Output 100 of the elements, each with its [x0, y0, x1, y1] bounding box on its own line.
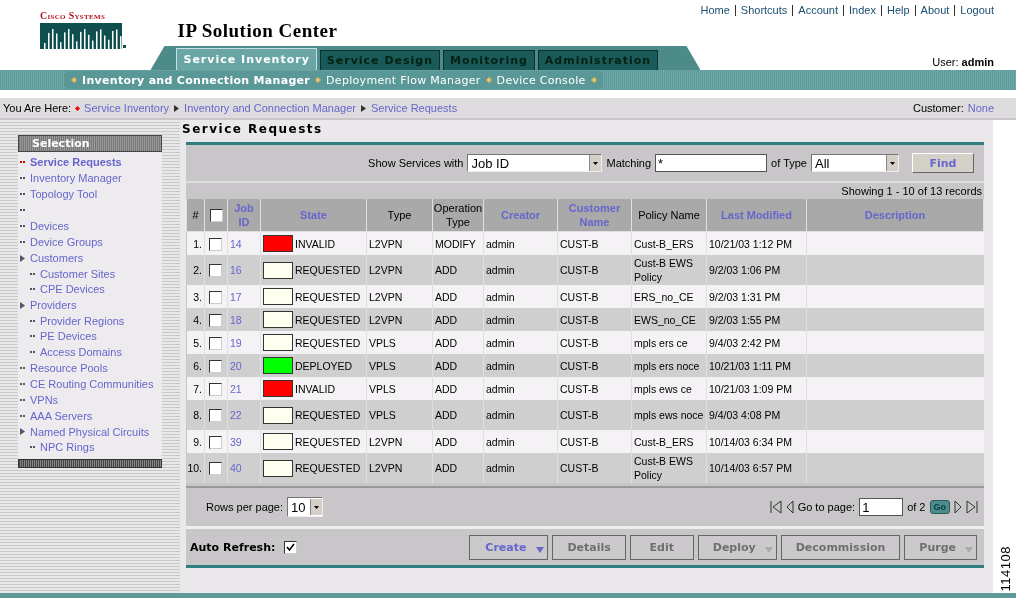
table-cell: 4. [186, 308, 205, 331]
last-page-icon[interactable] [966, 500, 978, 514]
breadcrumb-link[interactable]: Service Inventory [84, 102, 170, 114]
state-text: REQUESTED [295, 312, 361, 327]
sidebar-link[interactable]: Devices [30, 220, 70, 232]
top-link[interactable]: Index [849, 4, 876, 16]
table-cell: ADD [432, 377, 484, 400]
rows-per-page-dropdown[interactable]: 10 [287, 497, 324, 517]
sidebar-link[interactable]: Provider Regions [40, 314, 125, 327]
job-id-link[interactable]: 16 [230, 264, 242, 276]
sidebar-link[interactable]: CPE Devices [40, 283, 105, 296]
job-id-link[interactable]: 40 [230, 462, 242, 474]
auto-refresh-checkbox[interactable] [284, 540, 298, 554]
column-header: Policy Name [631, 199, 707, 232]
table-cell: CUST-B [557, 453, 632, 483]
sidebar-link[interactable]: Customer Sites [40, 267, 116, 280]
job-id-link[interactable]: 39 [230, 435, 242, 448]
job-id-link[interactable]: 18 [230, 313, 242, 326]
filter-label: of Type [771, 157, 807, 169]
table-cell: VPLS [366, 400, 433, 430]
top-link[interactable]: Logout [960, 4, 994, 16]
job-id-link[interactable]: 14 [230, 237, 242, 250]
table-cell: ERS_no_CE [631, 285, 707, 308]
breadcrumb-link[interactable]: Service Requests [370, 102, 458, 114]
column-header: Type [366, 199, 433, 232]
action-button[interactable]: Create [469, 534, 549, 560]
row-checkbox[interactable] [209, 409, 222, 423]
matching-field[interactable]: * [655, 154, 768, 172]
sidebar-link[interactable]: PE Devices [40, 330, 97, 343]
table-cell: 10/21/03 1:09 PM [706, 377, 807, 400]
row-checkbox[interactable] [209, 462, 222, 476]
top-link[interactable]: Account [798, 4, 839, 16]
row-checkbox[interactable] [209, 264, 222, 278]
table-cell: CUST-B [557, 331, 632, 354]
row-checkbox[interactable] [209, 336, 222, 350]
job-id-link[interactable]: 19 [230, 336, 242, 349]
sidebar-link[interactable]: Topology Tool [30, 188, 98, 200]
sidebar-link[interactable]: Service Requests [30, 156, 122, 168]
table-cell: L2VPN [366, 453, 433, 483]
row-checkbox[interactable] [209, 290, 222, 304]
type-dropdown[interactable]: All [811, 154, 899, 172]
table-cell: 1. [186, 231, 205, 255]
table-cell: MODIFY [432, 231, 484, 255]
sidebar-link[interactable]: Device Groups [30, 236, 103, 248]
row-checkbox[interactable] [209, 382, 222, 396]
row-checkbox[interactable] [209, 359, 222, 373]
caret-icon [536, 545, 545, 554]
job-id-link[interactable]: 17 [230, 290, 242, 303]
column-header: # [186, 199, 205, 232]
page-field[interactable]: 1 [859, 498, 904, 516]
top-link[interactable]: Shortcuts [740, 4, 788, 16]
job-id-link[interactable]: 20 [230, 359, 242, 372]
job-id-link[interactable]: 21 [230, 382, 242, 395]
breadcrumb-link[interactable]: Inventory and Connection Manager [184, 102, 356, 114]
breadcrumb-label: You Are Here: [3, 102, 72, 114]
table-cell: admin [483, 377, 558, 400]
sidebar-link[interactable]: Resource Pools [30, 361, 108, 374]
find-button[interactable]: Find [912, 153, 974, 173]
go-button[interactable]: Go [929, 500, 950, 514]
subnav-link[interactable]: Device Console [496, 73, 586, 87]
sidebar-link[interactable]: Named Physical Circuits [30, 425, 150, 438]
sidebar-link[interactable]: Customers [30, 252, 84, 264]
select-all-checkbox[interactable] [209, 209, 223, 223]
customer-label: Customer: [912, 102, 964, 114]
sidebar-link[interactable]: Access Domains [40, 345, 122, 358]
row-checkbox[interactable] [209, 435, 222, 449]
table-cell: ADD [432, 331, 484, 354]
previous-page-icon[interactable] [785, 500, 794, 514]
next-page-icon[interactable] [954, 500, 962, 514]
sidebar-link[interactable]: NPC Rings [40, 441, 95, 454]
panel-title: Selection [18, 135, 162, 152]
job-id-link[interactable]: 22 [230, 409, 242, 421]
sidebar-link[interactable]: CE Routing Communities [30, 377, 154, 390]
subnav-link[interactable]: Inventory and Connection Manager [82, 73, 311, 87]
top-link[interactable]: Help [886, 4, 910, 16]
table-cell: Cust-B_ERS [631, 430, 707, 453]
bullet-icon [30, 272, 35, 275]
table-cell: Cust-B_ERS [631, 231, 707, 255]
row-checkbox[interactable] [209, 237, 222, 251]
table-cell: 6. [186, 354, 205, 377]
top-link[interactable]: Home [700, 4, 730, 16]
table-cell: 9/2/03 1:31 PM [706, 285, 807, 308]
show-dropdown[interactable]: Job ID [467, 154, 603, 172]
table-cell: admin [483, 453, 558, 483]
table-cell: ADD [432, 430, 484, 453]
sidebar-link[interactable]: VPNs [30, 393, 59, 406]
customer-link[interactable]: None [967, 102, 994, 114]
row-checkbox[interactable] [209, 313, 222, 327]
filter-label: Show Services with [368, 157, 464, 169]
sidebar-link[interactable]: Inventory Manager [30, 172, 122, 184]
sidebar-link[interactable]: Providers [30, 299, 77, 311]
caret-icon [965, 545, 973, 554]
top-link[interactable]: About [920, 4, 950, 16]
subnav-link[interactable]: Deployment Flow Manager [326, 73, 481, 87]
first-page-icon[interactable] [769, 500, 782, 514]
nav-tab[interactable]: Service Inventory [176, 48, 317, 70]
table-cell: L2VPN [366, 430, 433, 453]
table-cell: 9. [186, 430, 205, 453]
table-cell: admin [483, 308, 558, 331]
sidebar-link[interactable]: AAA Servers [30, 409, 93, 422]
